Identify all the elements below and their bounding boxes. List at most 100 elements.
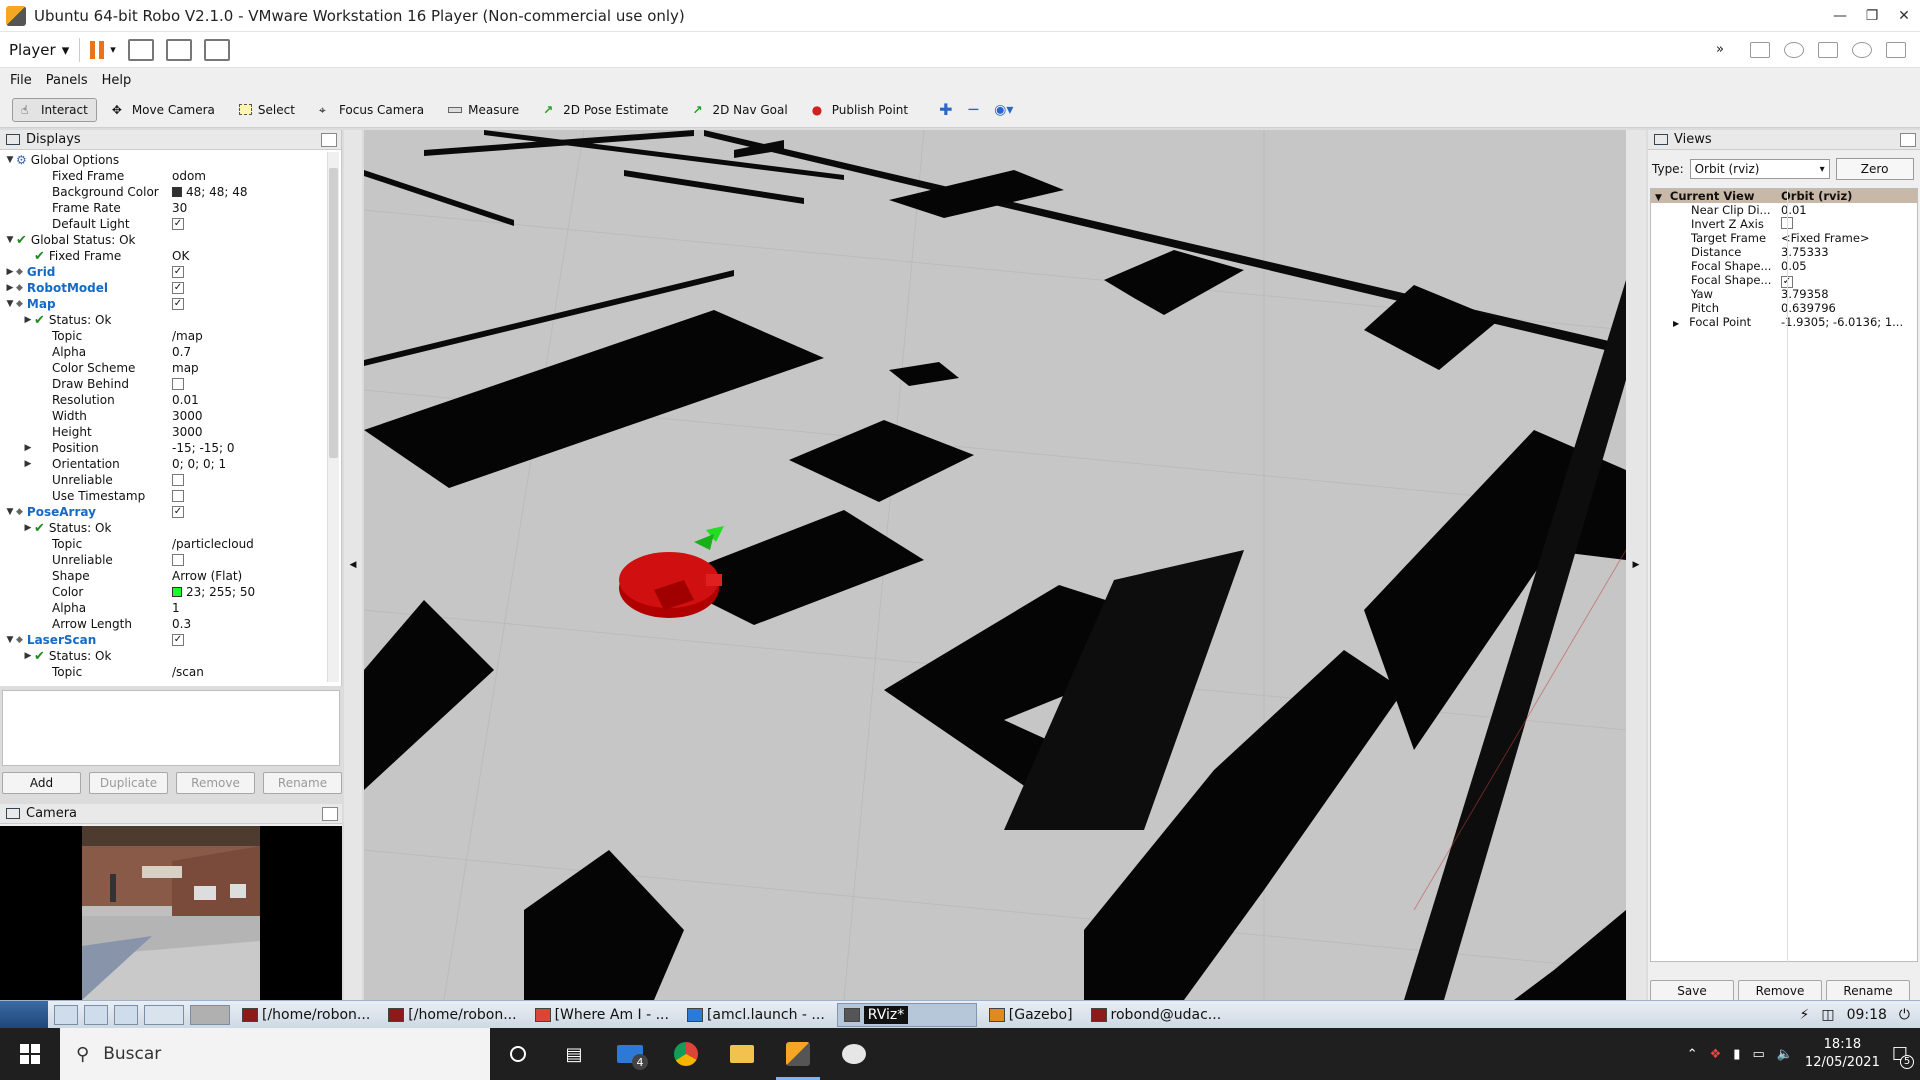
minimize-icon[interactable]: — bbox=[1824, 8, 1856, 24]
player-menu[interactable]: Player ▾ bbox=[9, 41, 69, 59]
display-tree-row[interactable]: Unreliable bbox=[0, 552, 328, 568]
show-desktop-icon[interactable] bbox=[54, 1004, 78, 1025]
tool-properties-icon[interactable]: ◉▾ bbox=[994, 102, 1013, 118]
display-tree-row[interactable]: Topic/map bbox=[0, 328, 328, 344]
menu-panels[interactable]: Panels bbox=[46, 73, 88, 88]
display-tree-row[interactable]: ▶ ◆ Grid ✓ bbox=[0, 264, 328, 280]
view-type-select[interactable]: Orbit (rviz) bbox=[1689, 159, 1830, 179]
display-row-value[interactable]: /scan bbox=[172, 665, 204, 679]
display-tree-row[interactable]: ▶ ✔ Status: Ok bbox=[0, 312, 328, 328]
cd-icon[interactable] bbox=[1784, 41, 1804, 58]
display-tree-row[interactable]: Color Scheme map bbox=[0, 360, 328, 376]
expand-arrow-icon[interactable]: ▼ bbox=[4, 235, 16, 245]
display-tree-row[interactable]: ▼ ◆ LaserScan ✓ bbox=[0, 632, 328, 648]
view-property-row[interactable]: Yaw 3.79358 bbox=[1651, 287, 1917, 301]
property-checkbox[interactable] bbox=[172, 490, 184, 502]
network-icon[interactable]: ◫ bbox=[1821, 1007, 1834, 1023]
zero-button[interactable]: Zero bbox=[1835, 158, 1914, 180]
view-property-row[interactable]: Focal Shape... 0.05 bbox=[1651, 259, 1917, 273]
dropbox-icon[interactable]: ❖ bbox=[1710, 1047, 1722, 1062]
guest-task-button[interactable]: RViz* bbox=[836, 1002, 977, 1027]
close-icon[interactable]: ✕ bbox=[1888, 8, 1920, 24]
display-row-value[interactable]: 48; 48; 48 bbox=[186, 185, 248, 199]
tool-focus-camera[interactable]: ⌖ Focus Camera bbox=[310, 98, 433, 122]
display-tree-row[interactable]: Shape Arrow (Flat) bbox=[0, 568, 328, 584]
display-row-value[interactable]: 1 bbox=[172, 601, 180, 615]
display-tree-row[interactable]: ▶ ◆ RobotModel ✓ bbox=[0, 280, 328, 296]
display-row-value[interactable]: OK bbox=[172, 249, 189, 263]
view-property-row[interactable]: Distance 3.75333 bbox=[1651, 245, 1917, 259]
collapse-right-handle[interactable]: ▶ bbox=[1626, 130, 1646, 1000]
cortana-icon[interactable] bbox=[490, 1028, 546, 1080]
display-tree-row[interactable]: ▼ ◆ PoseArray ✓ bbox=[0, 504, 328, 520]
display-row-value[interactable]: map bbox=[172, 361, 199, 375]
collapse-arrow-icon[interactable]: ▶ bbox=[1673, 319, 1679, 328]
display-tree-row[interactable]: Height 3000 bbox=[0, 424, 328, 440]
expand-arrow-icon[interactable]: ▼ bbox=[4, 299, 16, 309]
property-checkbox[interactable] bbox=[172, 554, 184, 566]
display-tree-row[interactable]: Resolution 0.01 bbox=[0, 392, 328, 408]
display-row-value[interactable]: 30 bbox=[172, 201, 187, 215]
duplicate-display-button[interactable]: Duplicate bbox=[89, 772, 168, 794]
display-tree-row[interactable]: ▼ ⚙ Global Options bbox=[0, 152, 328, 168]
send-ctrl-alt-del-icon[interactable] bbox=[127, 38, 154, 61]
display-row-value[interactable]: 0.3 bbox=[172, 617, 191, 631]
display-icon[interactable] bbox=[1886, 41, 1906, 58]
undock-icon[interactable] bbox=[321, 132, 337, 147]
collapse-arrow-icon[interactable]: ▶ bbox=[22, 523, 34, 533]
collapse-arrow-icon[interactable]: ▶ bbox=[22, 459, 34, 469]
view-property-value[interactable]: -1.9305; -6.0136; 1... bbox=[1781, 315, 1903, 329]
guest-task-button[interactable]: [amcl.launch - ... bbox=[681, 1003, 831, 1027]
pause-icon[interactable] bbox=[90, 40, 105, 59]
chevron-up-icon[interactable]: ⌃ bbox=[1687, 1047, 1698, 1062]
tool-measure[interactable]: Measure bbox=[439, 98, 528, 122]
display-tree-row[interactable]: Draw Behind bbox=[0, 376, 328, 392]
color-swatch[interactable] bbox=[172, 187, 182, 197]
view-property-value[interactable]: 0.01 bbox=[1781, 203, 1807, 217]
battery-icon[interactable]: ▮ bbox=[1733, 1047, 1740, 1062]
network-icon[interactable]: ▭ bbox=[1752, 1047, 1764, 1062]
display-tree-row[interactable]: Topic/scan bbox=[0, 664, 328, 680]
tool-2d-nav-goal[interactable]: ↗ 2D Nav Goal bbox=[683, 98, 796, 122]
view-property-row[interactable]: ▶ Focal Point -1.9305; -6.0136; 1... bbox=[1651, 315, 1917, 329]
guest-start-button[interactable] bbox=[0, 1000, 48, 1029]
property-checkbox[interactable] bbox=[172, 378, 184, 390]
chevron-down-icon[interactable]: ▾ bbox=[110, 43, 116, 56]
display-row-value[interactable]: 0; 0; 0; 1 bbox=[172, 457, 226, 471]
display-tree-row[interactable]: ✔ Fixed Frame OK bbox=[0, 248, 328, 264]
guest-task-button[interactable]: [Where Am I - ... bbox=[529, 1003, 675, 1027]
mail-icon[interactable]: 4 bbox=[602, 1028, 658, 1080]
current-view-row[interactable]: ▼ Current View Orbit (rviz) bbox=[1651, 189, 1917, 203]
collapse-arrow-icon[interactable]: ▶ bbox=[22, 443, 34, 453]
view-property-value[interactable]: 3.79358 bbox=[1781, 287, 1829, 301]
display-tree-row[interactable]: Topic/particlecloud bbox=[0, 536, 328, 552]
chrome-icon[interactable] bbox=[658, 1028, 714, 1080]
property-checkbox[interactable] bbox=[172, 474, 184, 486]
restore-icon[interactable]: ❐ bbox=[1856, 8, 1888, 24]
network-icon[interactable] bbox=[1818, 41, 1838, 58]
display-tree-row[interactable]: ▼ ◆ Map ✓ bbox=[0, 296, 328, 312]
display-row-value[interactable]: /map bbox=[172, 329, 203, 343]
workspace-2-icon[interactable] bbox=[190, 1004, 230, 1025]
display-tree-row[interactable]: ▼ ✔ Global Status: Ok bbox=[0, 232, 328, 248]
terminal-launcher-icon[interactable] bbox=[114, 1004, 138, 1025]
display-tree-row[interactable]: ▶ Orientation 0; 0; 0; 1 bbox=[0, 456, 328, 472]
workspace-1-icon[interactable] bbox=[144, 1004, 184, 1025]
property-checkbox[interactable]: ✓ bbox=[172, 266, 184, 278]
display-row-value[interactable]: /particlecloud bbox=[172, 537, 254, 551]
remove-display-button[interactable]: Remove bbox=[176, 772, 255, 794]
windows-start-button[interactable] bbox=[0, 1028, 60, 1080]
display-row-value[interactable]: 0.01 bbox=[172, 393, 199, 407]
rename-view-button[interactable]: Rename bbox=[1826, 980, 1910, 1002]
collapse-arrow-icon[interactable]: ▶ bbox=[22, 651, 34, 661]
display-tree-row[interactable]: Width 3000 bbox=[0, 408, 328, 424]
display-row-value[interactable]: odom bbox=[172, 169, 206, 183]
task-view-icon[interactable]: ▤ bbox=[546, 1028, 602, 1080]
collapse-arrow-icon[interactable]: ▶ bbox=[4, 267, 16, 277]
collapse-arrow-icon[interactable]: ▶ bbox=[4, 283, 16, 293]
view-property-value[interactable]: 0.639796 bbox=[1781, 301, 1836, 315]
expand-arrow-icon[interactable]: ▼ bbox=[4, 155, 16, 165]
display-tree-row[interactable]: Frame Rate 30 bbox=[0, 200, 328, 216]
view-property-row[interactable]: Focal Shape...✓ bbox=[1651, 273, 1917, 288]
undock-icon[interactable] bbox=[322, 806, 338, 821]
